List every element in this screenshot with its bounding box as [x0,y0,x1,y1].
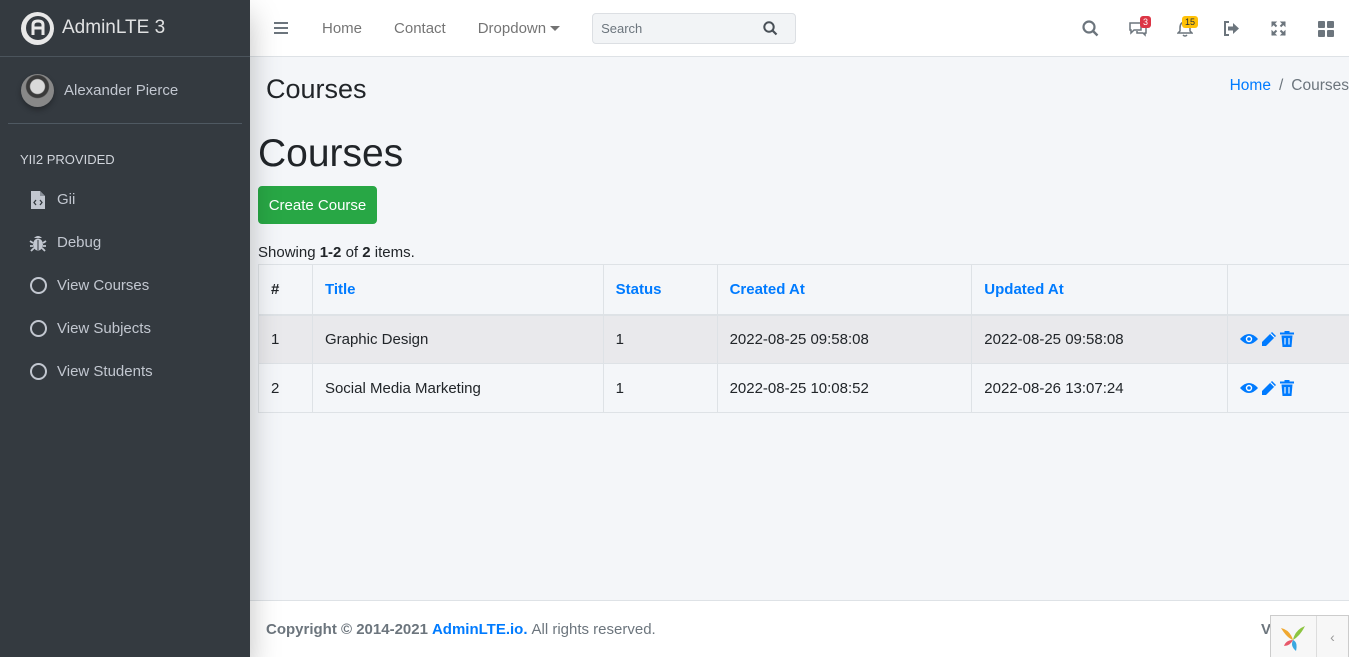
messages-icon[interactable]: 3 [1114,0,1161,57]
adminlte-logo-icon [21,11,54,45]
footer-adminlte-link[interactable]: AdminLTE.io. [432,621,528,638]
content-header-title: Courses [266,74,367,104]
sort-updated-at-link[interactable]: Updated At [984,281,1063,298]
circle-icon [29,320,47,338]
nav-contact-link[interactable]: Contact [378,0,462,57]
user-panel[interactable]: Alexander Pierce [8,57,242,124]
bug-icon [29,234,47,252]
menu-toggle-icon[interactable] [258,0,306,57]
sidebar-item-label: View Subjects [57,320,151,337]
sidebar-item-debug[interactable]: Debug [0,221,250,264]
search-toggle-icon[interactable] [1067,0,1114,57]
footer-copyright: Copyright © 2014-2021 [266,620,428,638]
cell-actions [1227,363,1349,413]
file-code-icon [29,190,47,209]
main-sidebar: AdminLTE 3 Alexander Pierce Yii2 PROVIDE… [0,0,250,657]
summary-total: 2 [362,244,371,261]
chevron-left-icon[interactable]: ‹ [1315,615,1348,657]
cell-title: Social Media Marketing [311,363,604,413]
search-icon[interactable] [763,20,778,36]
summary-suffix: items. [374,244,415,261]
search-input[interactable] [593,20,764,36]
messages-badge: 3 [1139,16,1151,28]
column-header-updated-at[interactable]: Updated At [971,264,1229,316]
summary-prefix: Showing [258,244,316,261]
view-eye-icon[interactable] [1240,333,1259,345]
sidebar-item-label: Gii [57,191,76,208]
cell-status: 1 [602,314,718,364]
edit-pencil-icon[interactable] [1261,380,1277,396]
sort-status-link[interactable]: Status [616,281,662,298]
fullscreen-icon[interactable] [1255,0,1302,57]
courses-table: # Title Status Created At Updated At 1 G… [258,264,1349,413]
page-title: Courses [258,132,404,175]
circle-icon [29,277,47,295]
main-footer: Copyright © 2014-2021 AdminLTE.io. All r… [250,600,1349,657]
grid-summary: Showing 1-2 of 2 items. [258,244,415,261]
brand-text: AdminLTE 3 [62,17,166,38]
delete-trash-icon[interactable] [1280,331,1295,348]
user-name[interactable]: Alexander Pierce [64,82,178,99]
breadcrumb: Home / Courses [1230,77,1349,95]
view-eye-icon[interactable] [1240,382,1259,394]
table-row: 2 Social Media Marketing 1 2022-08-25 10… [258,363,1349,413]
user-avatar [21,73,54,107]
navbar-search [592,12,797,44]
yii-debug-toolbar: ‹ [1270,615,1349,657]
edit-pencil-icon[interactable] [1261,331,1277,347]
breadcrumb-home-link[interactable]: Home [1230,77,1271,95]
column-header-number: # [258,264,313,316]
caret-down-icon [550,25,561,31]
sidebar-item-view-students[interactable]: View Students [0,350,250,393]
sidebar-item-view-courses[interactable]: View Courses [0,264,250,307]
table-row: 1 Graphic Design 1 2022-08-25 09:58:08 2… [258,314,1349,364]
sort-created-at-link[interactable]: Created At [730,281,805,298]
column-header-created-at[interactable]: Created At [716,264,973,316]
navbar-right: 3 15 [1067,0,1349,57]
cell-number: 2 [258,363,313,413]
sidebar-item-label: View Courses [57,277,150,294]
create-course-button[interactable]: Create Course [258,186,377,224]
column-header-title[interactable]: Title [311,264,604,316]
summary-of: of [345,244,359,261]
cell-updated-at: 2022-08-25 09:58:08 [971,314,1229,364]
sidebar-item-label: View Students [57,363,153,380]
sign-out-icon[interactable] [1208,0,1255,57]
sort-title-link[interactable]: Title [325,281,356,298]
nav-header: Yii2 PROVIDED [20,152,115,167]
summary-range: 1-2 [319,244,342,261]
nav-home-link[interactable]: Home [306,0,378,57]
control-sidebar-grid-icon[interactable] [1302,0,1349,57]
top-navbar: Home Contact Dropdown 3 15 [250,0,1349,57]
sidebar-item-view-subjects[interactable]: View Subjects [0,307,250,350]
cell-updated-at: 2022-08-26 13:07:24 [971,363,1229,413]
cell-actions [1227,314,1349,364]
table-header-row: # Title Status Created At Updated At [258,264,1349,316]
cell-created-at: 2022-08-25 09:58:08 [716,314,973,364]
circle-icon [29,363,47,381]
cell-created-at: 2022-08-25 10:08:52 [716,363,973,413]
cell-number: 1 [258,314,313,364]
nav-dropdown-label: Dropdown [477,19,547,37]
sidebar-item-label: Debug [57,234,102,251]
cell-title: Graphic Design [311,314,604,364]
notifications-bell-icon[interactable]: 15 [1161,0,1208,57]
yii-logo-icon[interactable] [1271,616,1316,657]
content-wrapper: Courses Home / Courses Courses Create Co… [250,57,1349,600]
column-header-actions [1227,264,1349,316]
notifications-badge: 15 [1181,16,1198,28]
sidebar-item-gii[interactable]: Gii [0,178,250,221]
footer-rights: All rights reserved. [531,620,656,638]
brand-link[interactable]: AdminLTE 3 [0,0,250,57]
delete-trash-icon[interactable] [1280,380,1295,396]
cell-status: 1 [602,363,718,413]
nav-dropdown[interactable]: Dropdown [462,0,576,57]
breadcrumb-active: Courses [1291,77,1349,94]
column-header-status[interactable]: Status [602,264,718,316]
breadcrumb-separator: / [1278,77,1284,94]
